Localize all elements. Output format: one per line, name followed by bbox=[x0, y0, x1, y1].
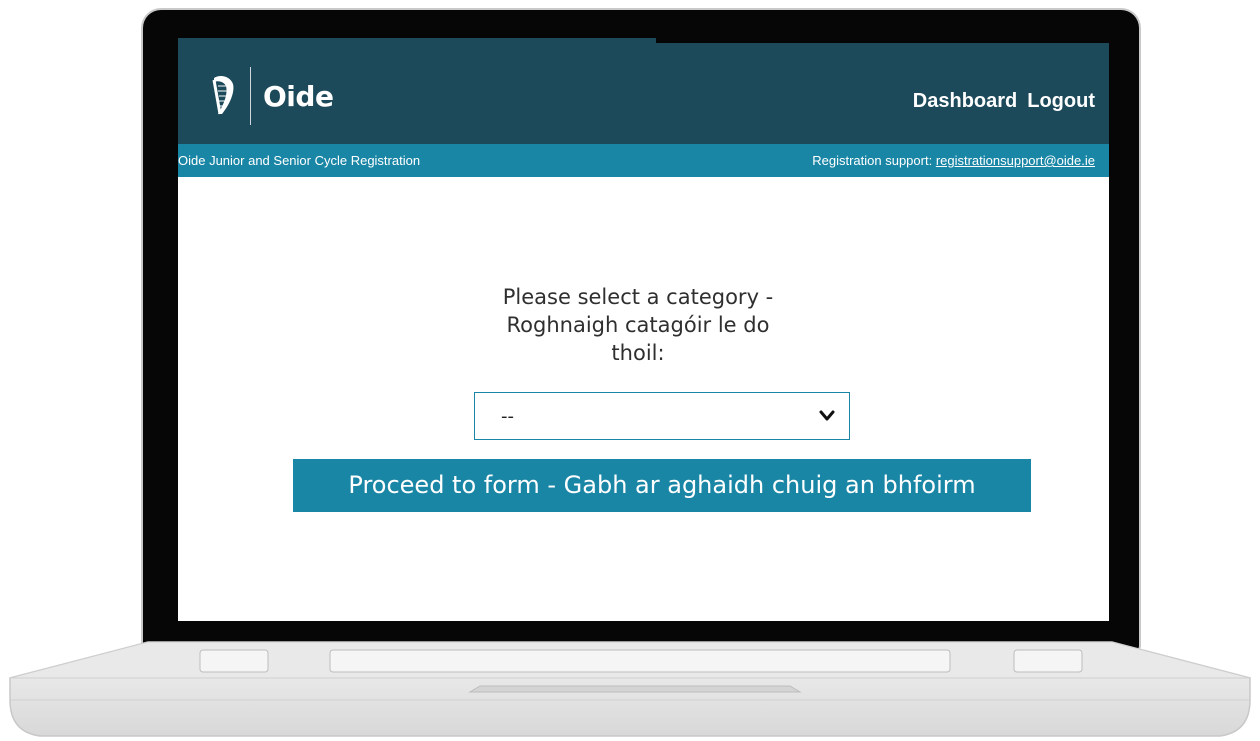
logo-divider bbox=[250, 67, 251, 125]
logo-text: Oide bbox=[263, 79, 334, 113]
registration-support: Registration support: registrationsuppor… bbox=[812, 153, 1095, 168]
laptop-base-shape bbox=[9, 641, 1251, 737]
harp-icon bbox=[212, 76, 234, 115]
proceed-to-form-button[interactable]: Proceed to form - Gabh ar aghaidh chuig … bbox=[293, 459, 1031, 512]
category-select-value: -- bbox=[501, 406, 514, 427]
subheader-bar: Oide Junior and Senior Cycle Registratio… bbox=[178, 144, 1109, 177]
site-header: Oide Dashboard Logout bbox=[178, 38, 1109, 144]
laptop-screen: Oide Dashboard Logout Oide Junior and Se… bbox=[178, 38, 1109, 621]
prompt-line: Roghnaigh catagóir le do bbox=[506, 313, 770, 337]
category-prompt: Please select a category - Roghnaigh cat… bbox=[468, 283, 808, 367]
registration-title: Oide Junior and Senior Cycle Registratio… bbox=[178, 153, 421, 168]
header-notch bbox=[656, 38, 1109, 43]
prompt-line: Please select a category - bbox=[502, 285, 774, 309]
laptop-base bbox=[0, 640, 1260, 741]
logo[interactable]: Oide bbox=[208, 66, 334, 126]
chevron-down-icon bbox=[819, 410, 835, 421]
category-select[interactable]: -- bbox=[474, 392, 850, 440]
top-nav: Dashboard Logout bbox=[913, 90, 1095, 113]
prompt-line: thoil: bbox=[611, 341, 665, 365]
nav-logout-link[interactable]: Logout bbox=[1027, 90, 1095, 113]
nav-dashboard-link[interactable]: Dashboard bbox=[913, 90, 1017, 113]
support-email-link[interactable]: registrationsupport@oide.ie bbox=[936, 153, 1095, 168]
support-label: Registration support: bbox=[812, 153, 936, 168]
